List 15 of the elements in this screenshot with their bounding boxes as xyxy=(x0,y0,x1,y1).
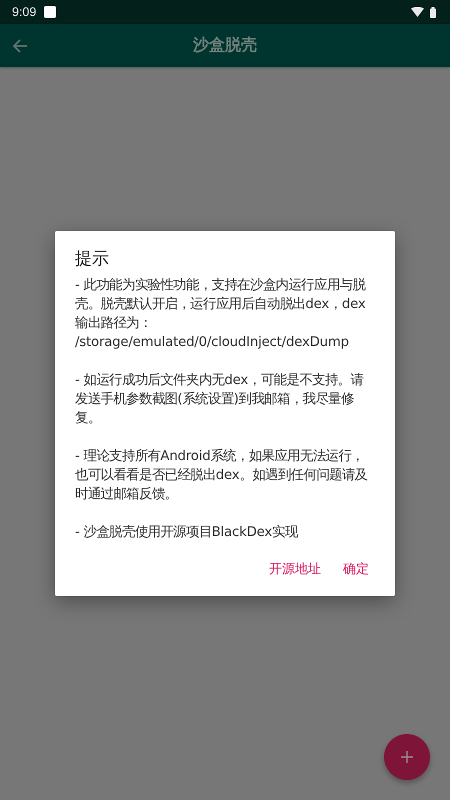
app-bar-title: 沙盒脱壳 xyxy=(193,35,257,56)
notification-icon xyxy=(44,6,56,18)
battery-icon xyxy=(430,6,436,18)
dialog-paragraph: - 理论支持所有Android系统，如果应用无法运行，也可以看看是否已经脱出dex。如遇到任何问题请及时通过邮箱反馈。 xyxy=(75,448,368,504)
wifi-icon xyxy=(411,7,424,17)
dialog-paragraph: - 如运行成功后文件夹内无dex，可能是不支持。请发送手机参数截图(系统设置)到我邮箱，我尽量修复。 xyxy=(75,372,364,428)
dialog-button[interactable]: 开源地址 xyxy=(263,556,327,582)
add-button[interactable] xyxy=(384,734,430,780)
dialog-title: 提示 xyxy=(75,248,110,270)
dialog-button[interactable]: 确定 xyxy=(337,556,375,582)
dialog-paragraph: - 此功能为实验性功能，支持在沙盒内运行应用与脱壳。脱壳默认开启，运行应用后自动脱出dex，dex输出路径为： /storage/emulated/0/cloudInject/dexDump xyxy=(75,276,367,352)
status-time: 9:09 xyxy=(12,5,36,19)
plus-icon xyxy=(401,751,413,763)
dialog-paragraph: - 沙盒脱壳使用开源项目BlackDex实现 xyxy=(75,524,300,542)
back-arrow-icon[interactable] xyxy=(12,38,28,54)
